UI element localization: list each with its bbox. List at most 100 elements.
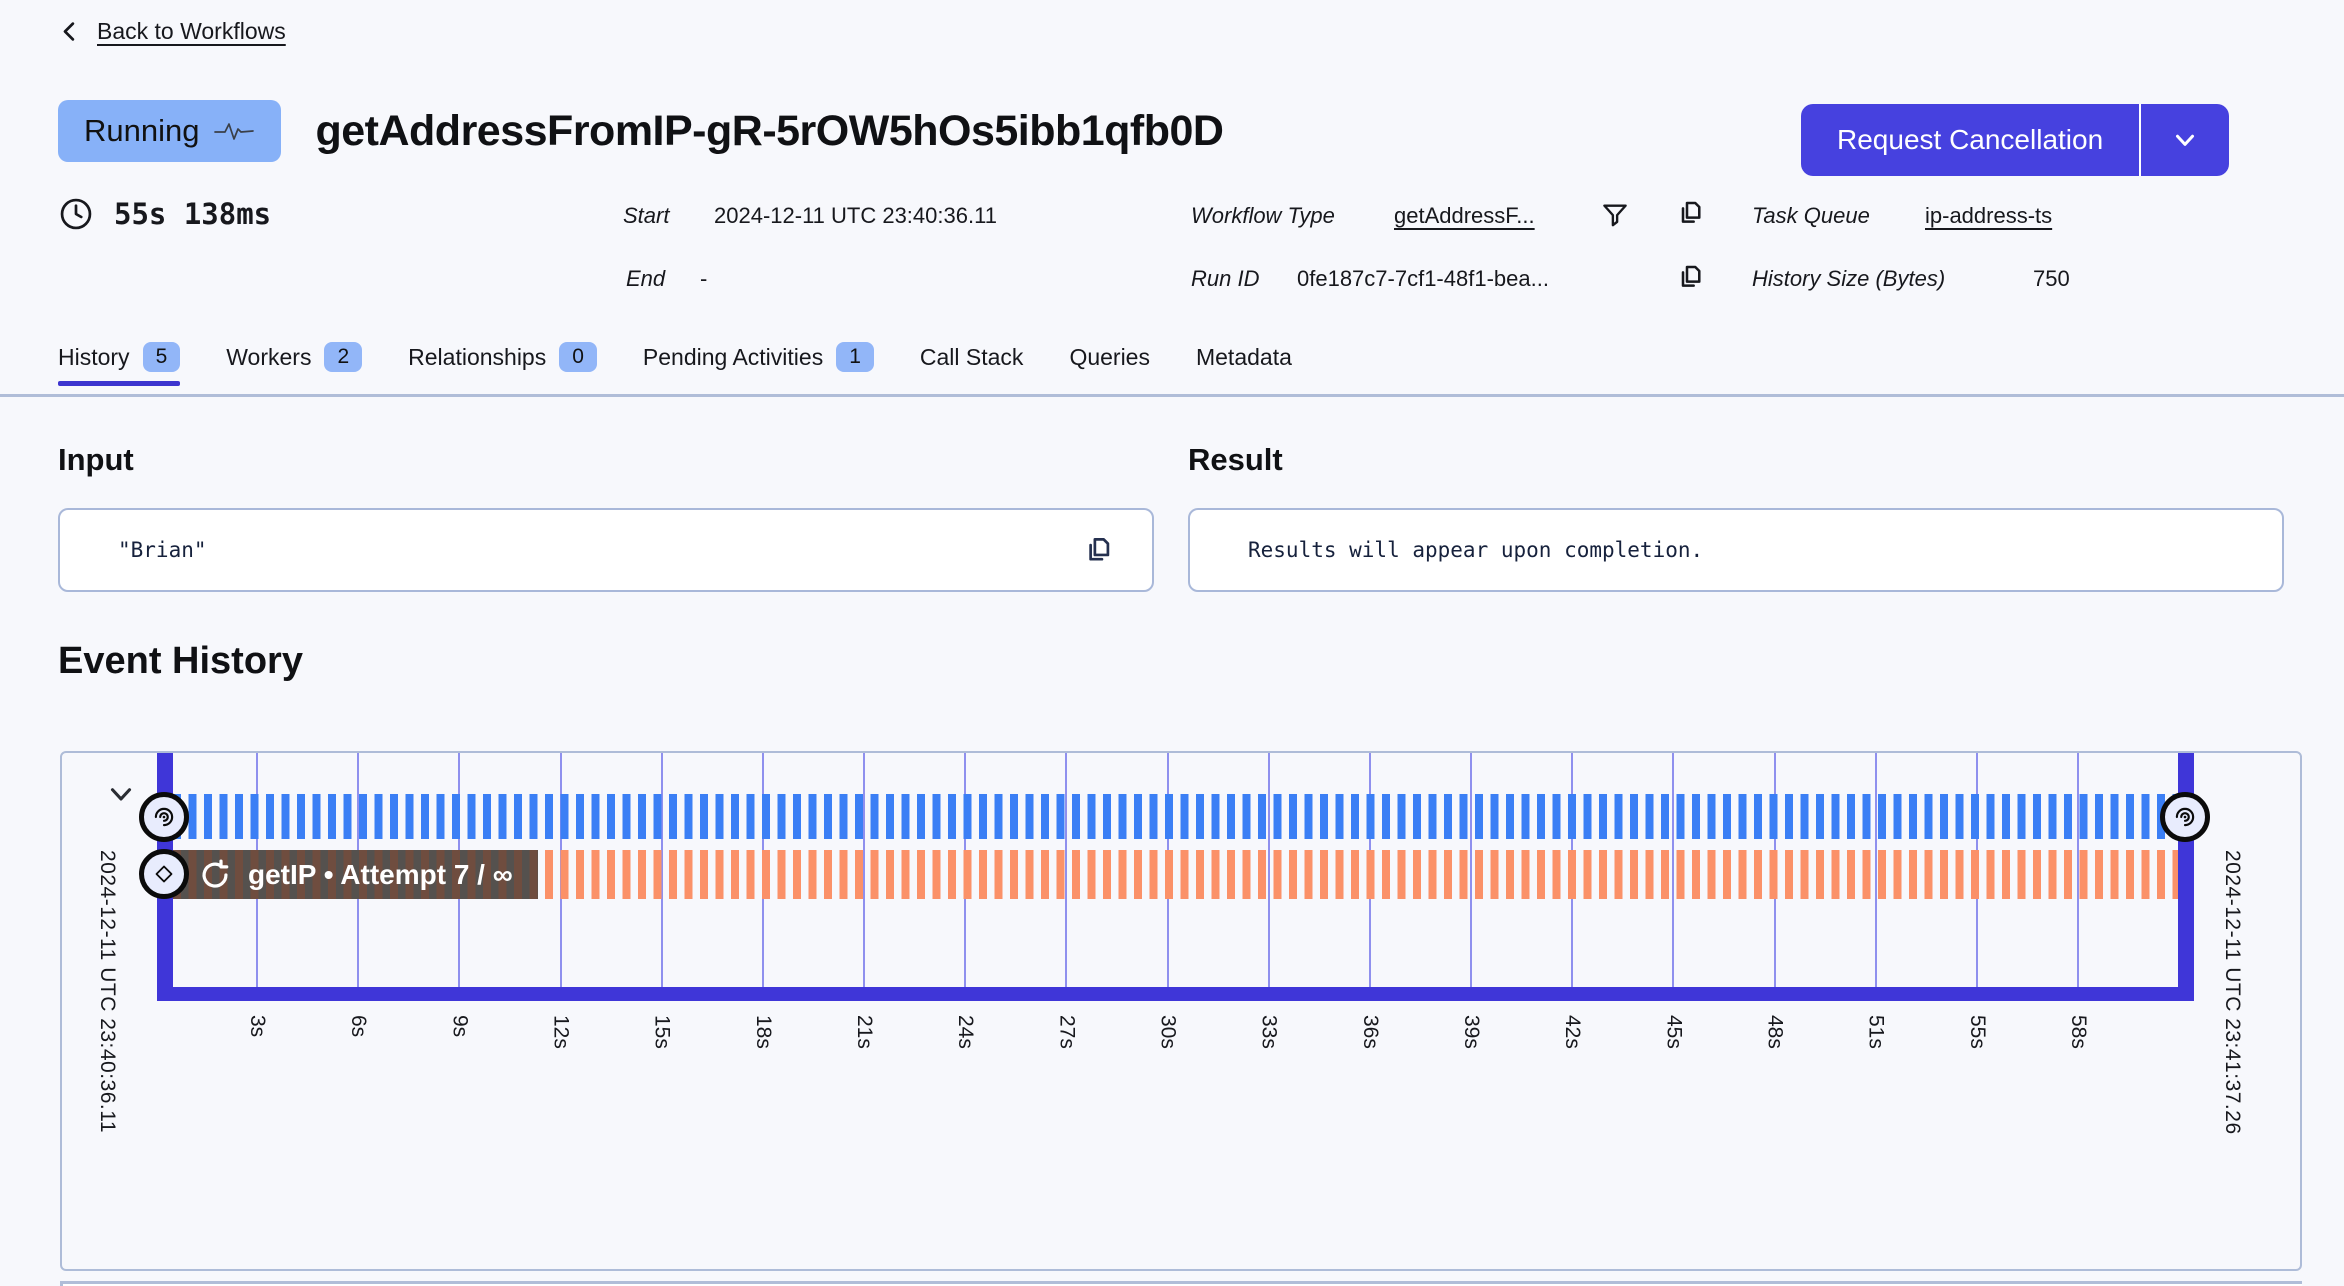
start-value: 2024-12-11 UTC 23:40:36.11 (714, 203, 997, 229)
axis-tick-label: 48s (1763, 1015, 1787, 1049)
axis-tick-label: 27s (1054, 1015, 1078, 1049)
timeline-axis (157, 987, 2194, 1001)
tab-label: Metadata (1196, 344, 1292, 371)
result-box: Results will appear upon completion. (1188, 508, 2284, 592)
task-queue-link[interactable]: ip-address-ts (1925, 203, 2052, 229)
activity-attempt-label: getIP • Attempt 7 / ∞ (248, 859, 513, 891)
run-id-label: Run ID (1191, 266, 1259, 292)
workflow-type-link[interactable]: getAddressF... (1394, 203, 1535, 229)
axis-tick-label: 12s (549, 1015, 573, 1049)
request-cancellation-split-button: Request Cancellation (1801, 104, 2229, 176)
back-link-label: Back to Workflows (97, 18, 286, 45)
tab-count-badge: 2 (324, 342, 362, 372)
axis-tick-label: 18s (751, 1015, 775, 1049)
next-section-edge (60, 1281, 2302, 1286)
timeline-start-timestamp: 2024-12-11 UTC 23:40:36.11 (95, 850, 119, 1133)
axis-tick-label: 21s (852, 1015, 876, 1049)
tab-relationships[interactable]: Relationships 0 (408, 342, 597, 386)
request-cancellation-button[interactable]: Request Cancellation (1801, 104, 2141, 176)
retry-icon (199, 859, 231, 891)
axis-tick-label: 55s (1965, 1015, 1989, 1049)
tab-bar: History 5 Workers 2 Relationships 0 Pend… (58, 342, 1292, 386)
workflow-latest-node[interactable] (2160, 792, 2210, 842)
tab-count-badge: 5 (143, 342, 181, 372)
clock-icon (58, 196, 94, 232)
tab-label: Queries (1069, 344, 1150, 371)
cancellation-menu-button[interactable] (2141, 104, 2229, 176)
timeline-end-timestamp: 2024-12-11 UTC 23:41:37.26 (2220, 850, 2244, 1135)
tab-pending-activities[interactable]: Pending Activities 1 (643, 342, 874, 386)
run-id-value: 0fe187c7-7cf1-48f1-bea... (1297, 266, 1549, 292)
input-box: "Brian" (58, 508, 1154, 592)
workflow-execution-lane (173, 794, 2178, 839)
end-label: End (626, 266, 665, 292)
chevron-left-icon (56, 18, 83, 45)
tab-queries[interactable]: Queries (1069, 344, 1150, 385)
tab-label: Workers (226, 344, 311, 371)
filter-workflow-type-button[interactable] (1600, 200, 1630, 230)
axis-tick-label: 9s (447, 1015, 471, 1037)
workflow-title: getAddressFromIP-gR-5rOW5hOs5ibb1qfb0D (315, 107, 1223, 156)
status-label: Running (84, 113, 199, 149)
copy-input-button[interactable] (1080, 533, 1114, 567)
copy-icon (1673, 197, 1705, 229)
event-history-heading: Event History (58, 640, 303, 683)
diamond-icon (152, 862, 176, 886)
timeline-end-bar (2178, 753, 2194, 1001)
start-label: Start (623, 203, 669, 229)
heartbeat-icon (213, 118, 255, 144)
copy-workflow-type-button[interactable] (1673, 197, 1705, 229)
event-history-timeline: getIP • Attempt 7 / ∞ 2024-12-11 UTC 23:… (60, 751, 2302, 1271)
history-size-value: 750 (2033, 266, 2070, 292)
result-heading: Result (1188, 442, 1283, 478)
tab-history[interactable]: History 5 (58, 342, 180, 386)
tab-workers[interactable]: Workers 2 (226, 342, 362, 386)
axis-tick-label: 39s (1459, 1015, 1483, 1049)
axis-tick-label: 33s (1257, 1015, 1281, 1049)
axis-tick-label: 51s (1864, 1015, 1888, 1049)
funnel-icon (1600, 200, 1630, 230)
axis-tick-label: 36s (1358, 1015, 1382, 1049)
copy-icon (1080, 533, 1114, 567)
back-to-workflows-link[interactable]: Back to Workflows (56, 18, 286, 45)
expand-timeline-button[interactable] (104, 777, 138, 816)
activity-node[interactable] (139, 849, 189, 899)
input-heading: Input (58, 442, 134, 478)
axis-tick-label: 24s (953, 1015, 977, 1049)
tab-call-stack[interactable]: Call Stack (920, 344, 1024, 385)
chevron-down-icon (2170, 125, 2200, 155)
status-badge: Running (58, 100, 281, 162)
axis-tick-label: 45s (1661, 1015, 1685, 1049)
chevron-down-icon (104, 777, 138, 811)
axis-tick-label: 3s (245, 1015, 269, 1037)
axis-tick-label: 15s (650, 1015, 674, 1049)
workflow-type-label: Workflow Type (1191, 203, 1335, 229)
activity-attempt-pill[interactable]: getIP • Attempt 7 / ∞ (173, 850, 542, 899)
duration-value: 55s 138ms (114, 197, 271, 231)
input-value: "Brian" (118, 538, 1080, 562)
axis-tick-label: 30s (1156, 1015, 1180, 1049)
spiral-icon (2172, 804, 2198, 830)
copy-icon (1673, 261, 1705, 293)
tabs-divider (0, 394, 2344, 397)
tab-metadata[interactable]: Metadata (1196, 344, 1292, 385)
axis-tick-label: 6s (346, 1015, 370, 1037)
axis-tick-label: 42s (1560, 1015, 1584, 1049)
history-size-label: History Size (Bytes) (1752, 266, 1945, 292)
tab-count-badge: 0 (559, 342, 597, 372)
tab-count-badge: 1 (836, 342, 874, 372)
axis-tick-label: 58s (2066, 1015, 2090, 1049)
result-placeholder-text: Results will appear upon completion. (1248, 538, 2282, 562)
duration-indicator: 55s 138ms (58, 196, 271, 232)
spiral-icon (151, 804, 177, 830)
tab-label: History (58, 344, 130, 371)
title-row: Running getAddressFromIP-gR-5rOW5hOs5ibb… (58, 100, 1223, 162)
tab-label: Relationships (408, 344, 546, 371)
copy-run-id-button[interactable] (1673, 261, 1705, 293)
end-value: - (700, 266, 707, 292)
workflow-started-node[interactable] (139, 792, 189, 842)
task-queue-label: Task Queue (1752, 203, 1870, 229)
tab-label: Call Stack (920, 344, 1024, 371)
tab-label: Pending Activities (643, 344, 823, 371)
workflow-detail-page: Back to Workflows Running getAddressFrom… (0, 0, 2344, 1286)
